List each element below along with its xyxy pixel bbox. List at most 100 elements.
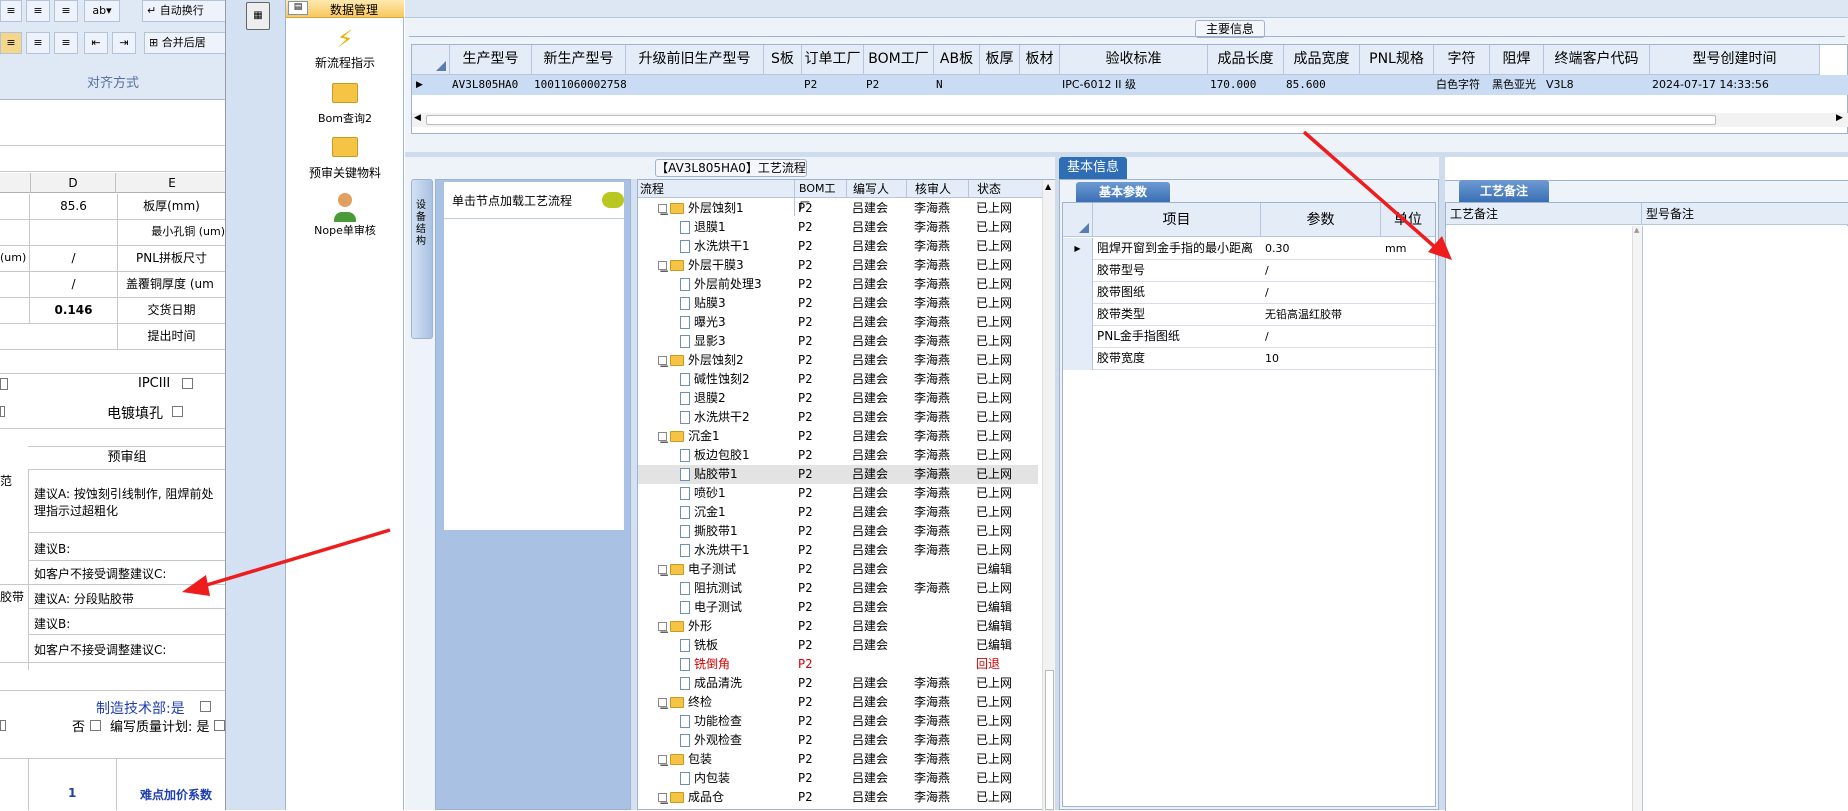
process-tree-row[interactable]: 外观检查 P2 吕建会 李海燕 已上网 bbox=[638, 731, 1038, 750]
col-header[interactable]: 成品宽度 bbox=[1284, 45, 1360, 75]
collapse-icon[interactable]: − bbox=[658, 565, 669, 582]
horizontal-scrollbar[interactable]: ◀ ▶ bbox=[412, 113, 1848, 127]
col-header[interactable]: 终端客户代码 bbox=[1544, 45, 1650, 75]
process-tree-row[interactable]: 退膜1 P2 吕建会 李海燕 已上网 bbox=[638, 218, 1038, 237]
orientation-button[interactable]: ab▾ bbox=[84, 0, 120, 22]
cell[interactable] bbox=[0, 324, 118, 350]
process-tree-row[interactable]: 水洗烘干1 P2 吕建会 李海燕 已上网 bbox=[638, 237, 1038, 256]
plating-checkbox[interactable] bbox=[172, 406, 183, 417]
process-tree-row[interactable]: 退膜2 P2 吕建会 李海燕 已上网 bbox=[638, 389, 1038, 408]
col-header[interactable]: 升级前旧生产型号 bbox=[626, 45, 764, 75]
cell-e6[interactable]: 提出时间 bbox=[118, 324, 225, 350]
process-tree-row[interactable]: − 终检 P2 吕建会 李海燕 已上网 bbox=[638, 693, 1038, 715]
col-header[interactable]: 验收标准 bbox=[1060, 45, 1208, 75]
checkbox[interactable] bbox=[0, 378, 8, 390]
suggestion-a1[interactable]: 建议A: 按蚀刻引线制作, 阻焊前处 bbox=[34, 485, 214, 502]
cell[interactable] bbox=[0, 350, 225, 374]
align-left-button[interactable]: ≡ bbox=[0, 32, 22, 54]
process-node[interactable]: 阻抗测试 bbox=[680, 579, 742, 598]
collapse-icon[interactable]: − bbox=[658, 622, 669, 639]
process-node[interactable]: 板边包胶1 bbox=[680, 446, 750, 465]
cell[interactable] bbox=[0, 220, 30, 246]
col-header[interactable]: 成品长度 bbox=[1208, 45, 1284, 75]
suggestion-c1[interactable]: 如客户不接受调整建议C: bbox=[34, 565, 166, 582]
scroll-up-icon[interactable]: ▲ bbox=[1045, 182, 1051, 191]
col-model-remark[interactable]: 型号备注 bbox=[1642, 203, 1848, 225]
params-row[interactable]: ▶ 阻焊开窗到金手指的最小距离 0.30 mm bbox=[1063, 238, 1435, 260]
scrollbar-thumb[interactable] bbox=[1045, 670, 1054, 810]
side-tab-equipment[interactable]: 设备结构 bbox=[411, 179, 433, 339]
process-tree-row[interactable]: − 外层蚀刻2 P2 吕建会 李海燕 已上网 bbox=[638, 351, 1038, 373]
collapse-icon[interactable]: − bbox=[658, 698, 669, 715]
col-header[interactable]: 型号创建时间 bbox=[1650, 45, 1820, 75]
process-tree-row[interactable]: − 外层干膜3 P2 吕建会 李海燕 已上网 bbox=[638, 256, 1038, 278]
scroll-right-icon[interactable]: ▶ bbox=[1836, 113, 1843, 123]
cell[interactable] bbox=[0, 298, 30, 324]
col-writer[interactable]: 编写人 bbox=[846, 180, 906, 198]
suggestion-c2[interactable]: 如客户不接受调整建议C: bbox=[34, 641, 166, 658]
process-node[interactable]: − 外层蚀刻2 bbox=[658, 351, 744, 373]
main-info-cell[interactable]: 白色字符 bbox=[1436, 75, 1490, 95]
col-header[interactable]: 阻焊 bbox=[1490, 45, 1544, 75]
checkbox[interactable] bbox=[0, 720, 6, 731]
click-hint-box[interactable]: 单击节点加载工艺流程 bbox=[444, 182, 624, 218]
process-node[interactable]: 电子测试 bbox=[680, 598, 742, 617]
remark-scrollbar[interactable]: ▲ bbox=[1632, 226, 1642, 811]
cell[interactable] bbox=[0, 272, 30, 298]
formula-area[interactable] bbox=[0, 102, 225, 146]
param-item-cell[interactable]: 胶带型号 bbox=[1097, 260, 1261, 281]
process-tree-row[interactable]: 碱性蚀刻2 P2 吕建会 李海燕 已上网 bbox=[638, 370, 1038, 389]
col-param[interactable]: 参数 bbox=[1261, 203, 1381, 237]
ipc-checkbox[interactable] bbox=[182, 378, 193, 389]
column-d-header[interactable]: D bbox=[30, 173, 116, 193]
param-item-cell[interactable]: PNL金手指图纸 bbox=[1097, 326, 1261, 347]
calculator-icon[interactable]: ▦ bbox=[246, 2, 270, 30]
tab-process-remarks[interactable]: 工艺备注 bbox=[1459, 180, 1549, 202]
process-tree-row[interactable]: − 外形 P2 吕建会 已编辑 bbox=[638, 617, 1038, 639]
collapse-icon[interactable]: − bbox=[658, 356, 669, 373]
process-tree-row[interactable]: 贴膜3 P2 吕建会 李海燕 已上网 bbox=[638, 294, 1038, 313]
process-tree-row[interactable]: 铣板 P2 吕建会 已编辑 bbox=[638, 636, 1038, 655]
process-tree-row[interactable]: 曝光3 P2 吕建会 李海燕 已上网 bbox=[638, 313, 1038, 332]
col-reviewer[interactable]: 核审人 bbox=[906, 180, 968, 198]
main-info-cell[interactable]: 85.600 bbox=[1286, 75, 1360, 95]
param-value-cell[interactable]: / bbox=[1265, 282, 1381, 303]
cell-d2[interactable] bbox=[30, 220, 118, 246]
align-bottom-button[interactable]: ≡ bbox=[54, 0, 78, 22]
process-tree-row[interactable]: 沉金1 P2 吕建会 李海燕 已上网 bbox=[638, 503, 1038, 522]
process-tree-row[interactable]: 板边包胶1 P2 吕建会 李海燕 已上网 bbox=[638, 446, 1038, 465]
process-tree-row[interactable]: 功能检查 P2 吕建会 李海燕 已上网 bbox=[638, 712, 1038, 731]
process-remark-text[interactable] bbox=[1446, 226, 1632, 811]
param-item-cell[interactable]: 胶带图纸 bbox=[1097, 282, 1261, 303]
process-node[interactable]: 水洗烘干2 bbox=[680, 408, 750, 427]
tab-basic-params[interactable]: 基本参数 bbox=[1076, 182, 1170, 202]
process-node[interactable]: − 沉金1 bbox=[658, 427, 720, 449]
main-info-cell[interactable]: 170.000 bbox=[1210, 75, 1284, 95]
collapse-icon[interactable]: − bbox=[658, 432, 669, 449]
cell-e1[interactable]: 板厚(mm) bbox=[118, 194, 225, 220]
process-node[interactable]: 铣倒角 bbox=[680, 655, 730, 674]
cell-d5[interactable]: 0.146 bbox=[30, 298, 118, 324]
process-node[interactable]: 成品清洗 bbox=[680, 674, 742, 693]
main-info-cell[interactable]: 黑色亚光 bbox=[1492, 75, 1544, 95]
nav-item-nope-review[interactable]: Nope单审核 bbox=[286, 184, 404, 238]
collapse-icon[interactable]: − bbox=[658, 204, 669, 221]
col-status[interactable]: 状态 bbox=[968, 180, 1042, 198]
params-row[interactable]: 胶带类型 无铅高温红胶带 bbox=[1063, 304, 1435, 326]
flow-node-list[interactable] bbox=[444, 218, 624, 530]
process-tree-row[interactable]: 成品清洗 P2 吕建会 李海燕 已上网 bbox=[638, 674, 1038, 693]
cell-e5[interactable]: 交货日期 bbox=[118, 298, 225, 324]
params-row[interactable]: 胶带宽度 10 bbox=[1063, 348, 1435, 370]
cell-d1[interactable]: 85.6 bbox=[30, 194, 118, 220]
param-item-cell[interactable]: 阻焊开窗到金手指的最小距离 bbox=[1097, 238, 1261, 259]
col-header[interactable]: 板材 bbox=[1020, 45, 1060, 75]
process-tree-row[interactable]: − 电子测试 P2 吕建会 已编辑 bbox=[638, 560, 1038, 582]
process-node[interactable]: − 包装 bbox=[658, 750, 712, 772]
process-node[interactable]: − 电子测试 bbox=[658, 560, 736, 582]
align-right-button[interactable]: ≡ bbox=[54, 32, 78, 54]
col-header[interactable]: 字符 bbox=[1434, 45, 1490, 75]
nav-item-prereview-material[interactable]: 预审关键物料 bbox=[286, 134, 404, 181]
collapse-icon[interactable]: − bbox=[658, 793, 669, 810]
main-info-cell[interactable]: 2024-07-17 14:33:56 bbox=[1652, 75, 1820, 95]
process-vscrollbar[interactable]: ▲ bbox=[1042, 180, 1055, 811]
